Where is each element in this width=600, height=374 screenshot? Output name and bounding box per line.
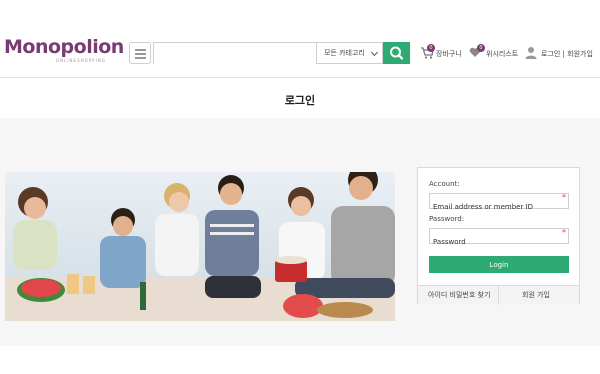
page-title: 로그인 (284, 94, 316, 107)
search-icon (390, 46, 404, 60)
login-button[interactable]: Login (429, 256, 569, 273)
required-mark: * (562, 228, 566, 237)
search-box (153, 42, 317, 66)
page-bottom (0, 346, 600, 374)
find-id-password-link[interactable]: 아이디 비밀번호 찾기 (428, 290, 490, 300)
required-mark: * (562, 193, 566, 202)
login-panel: Account: * Password: * Login 아이디 비밀번호 찾기… (417, 167, 580, 305)
wishlist-badge: 0 (477, 44, 485, 52)
hero-photo (5, 172, 395, 321)
account-label: Account: (429, 180, 460, 188)
category-label: 모든 카테고리 (324, 49, 365, 57)
logo-subtitle: ONLINESHOPPING (56, 58, 106, 63)
password-label: Password: (429, 215, 465, 223)
search-input[interactable] (154, 45, 316, 66)
category-select[interactable]: 모든 카테고리 (317, 42, 383, 64)
menu-button[interactable] (129, 42, 151, 64)
cart-badge: 0 (427, 44, 435, 52)
picnic-illustration (5, 172, 395, 321)
chevron-down-icon (370, 48, 379, 57)
cart-link[interactable]: 장바구니 (436, 49, 462, 59)
user-icon[interactable] (525, 46, 537, 59)
site-header: Monopolion ONLINESHOPPING 모든 카테고리 0 장바구니… (0, 0, 600, 78)
wishlist-link[interactable]: 위시리스트 (486, 49, 518, 59)
footer-divider (498, 286, 499, 305)
password-input[interactable] (430, 235, 568, 249)
password-field-wrapper: * (429, 228, 569, 249)
menu-icon (135, 49, 146, 51)
signup-link[interactable]: 회원 가입 (522, 290, 550, 300)
login-footer: 아이디 비밀번호 찾기 회원 가입 (418, 285, 579, 305)
account-field-wrapper: * (429, 193, 569, 214)
search-button[interactable] (383, 42, 410, 64)
account-input[interactable] (430, 200, 568, 214)
logo-text: Monopolion (4, 36, 124, 58)
login-signup-link[interactable]: 로그인 | 회원가입 (541, 49, 593, 59)
